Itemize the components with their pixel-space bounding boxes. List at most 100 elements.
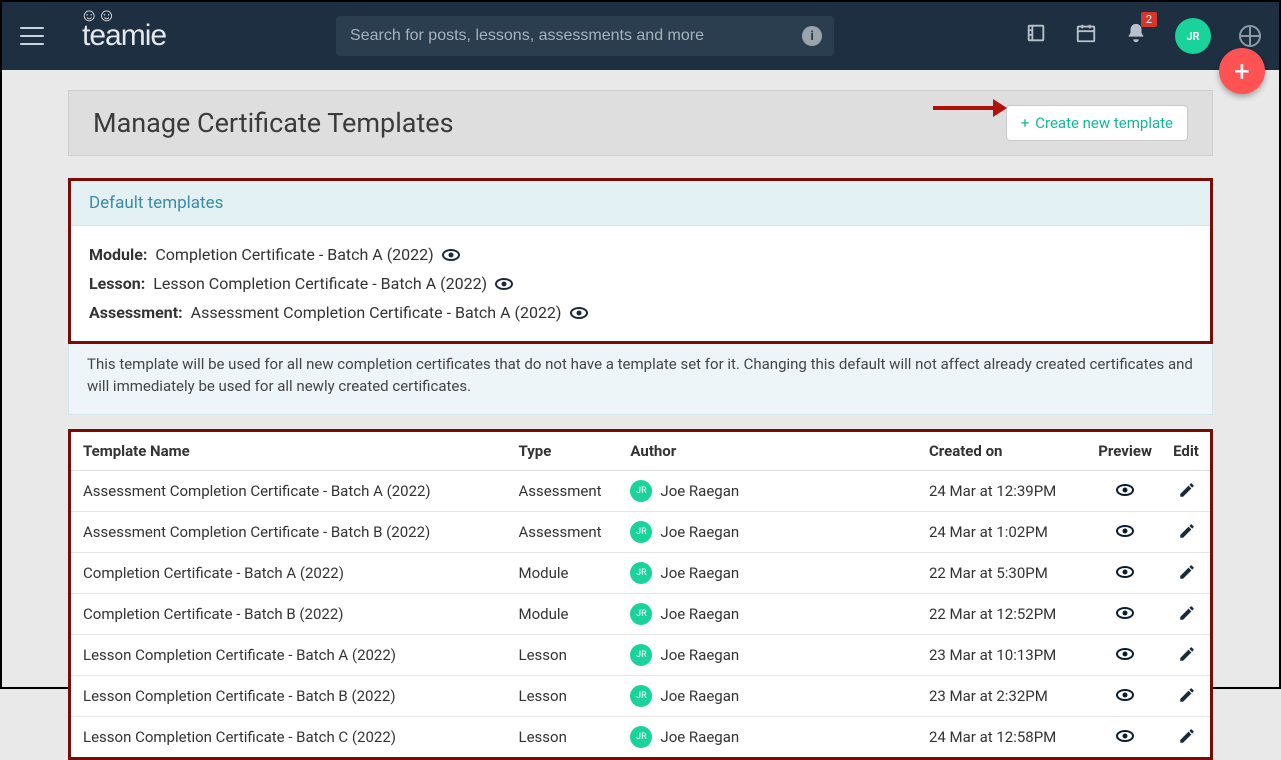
cell-name[interactable]: Lesson Completion Certificate - Batch C … xyxy=(71,716,509,757)
cell-name[interactable]: Completion Certificate - Batch B (2022) xyxy=(71,593,509,634)
cell-author: JRJoe Raegan xyxy=(620,511,919,552)
nav-icon-group: 2 JR xyxy=(1025,18,1261,54)
default-lesson-row: Lesson: Lesson Completion Certificate - … xyxy=(89,269,1192,298)
cell-author: JRJoe Raegan xyxy=(620,552,919,593)
cell-edit[interactable] xyxy=(1162,675,1210,716)
eye-icon[interactable] xyxy=(1116,730,1134,742)
cell-edit[interactable] xyxy=(1162,470,1210,511)
cell-type: Lesson xyxy=(509,634,621,675)
cell-created: 22 Mar at 5:30PM xyxy=(919,552,1088,593)
cell-preview[interactable] xyxy=(1088,470,1162,511)
cell-preview[interactable] xyxy=(1088,716,1162,757)
eye-icon[interactable] xyxy=(1116,484,1134,496)
default-templates-description: This template will be used for all new c… xyxy=(68,344,1213,415)
author-avatar: JR xyxy=(630,521,652,543)
col-preview: Preview xyxy=(1088,432,1162,471)
menu-toggle-icon[interactable] xyxy=(20,27,44,45)
page-title: Manage Certificate Templates xyxy=(93,107,454,139)
cell-edit[interactable] xyxy=(1162,716,1210,757)
eye-icon[interactable] xyxy=(495,278,513,290)
table-row: Lesson Completion Certificate - Batch B … xyxy=(71,675,1210,716)
author-avatar: JR xyxy=(630,603,652,625)
author-avatar: JR xyxy=(630,644,652,666)
eye-icon[interactable] xyxy=(442,249,460,261)
eye-icon[interactable] xyxy=(1116,689,1134,701)
cell-name[interactable]: Lesson Completion Certificate - Batch B … xyxy=(71,675,509,716)
cell-preview[interactable] xyxy=(1088,511,1162,552)
brand-logo[interactable]: ☺☺teamie xyxy=(82,19,166,53)
plus-icon: + xyxy=(1021,114,1030,132)
cell-edit[interactable] xyxy=(1162,634,1210,675)
info-icon[interactable]: i xyxy=(802,26,822,46)
cell-preview[interactable] xyxy=(1088,593,1162,634)
pencil-icon[interactable] xyxy=(1178,563,1194,579)
table-row: Lesson Completion Certificate - Batch A … xyxy=(71,634,1210,675)
eye-icon[interactable] xyxy=(1116,607,1134,619)
pencil-icon[interactable] xyxy=(1178,522,1194,538)
pencil-icon[interactable] xyxy=(1178,481,1194,497)
help-globe-icon[interactable] xyxy=(1239,25,1261,47)
templates-table-wrap: Template Name Type Author Created on Pre… xyxy=(68,429,1213,760)
library-icon[interactable] xyxy=(1025,22,1047,50)
author-avatar: JR xyxy=(630,685,652,707)
default-module-row: Module: Completion Certificate - Batch A… xyxy=(89,240,1192,269)
cell-preview[interactable] xyxy=(1088,552,1162,593)
eye-icon[interactable] xyxy=(1116,566,1134,578)
cell-created: 23 Mar at 2:32PM xyxy=(919,675,1088,716)
cell-created: 24 Mar at 12:39PM xyxy=(919,470,1088,511)
cell-preview[interactable] xyxy=(1088,634,1162,675)
author-avatar: JR xyxy=(630,726,652,748)
cell-author: JRJoe Raegan xyxy=(620,716,919,757)
pencil-icon[interactable] xyxy=(1178,727,1194,743)
author-avatar: JR xyxy=(630,562,652,584)
table-row: Completion Certificate - Batch B (2022)M… xyxy=(71,593,1210,634)
cell-preview[interactable] xyxy=(1088,675,1162,716)
search-input[interactable] xyxy=(348,26,802,46)
cell-edit[interactable] xyxy=(1162,511,1210,552)
cell-author: JRJoe Raegan xyxy=(620,634,919,675)
avatar[interactable]: JR xyxy=(1175,18,1211,54)
create-template-label: Create new template xyxy=(1035,114,1173,132)
cell-type: Lesson xyxy=(509,716,621,757)
col-author[interactable]: Author xyxy=(620,432,919,471)
templates-table: Template Name Type Author Created on Pre… xyxy=(71,432,1210,757)
default-templates-panel: Default templates Module: Completion Cer… xyxy=(68,178,1213,344)
pencil-icon[interactable] xyxy=(1178,604,1194,620)
cell-author: JRJoe Raegan xyxy=(620,470,919,511)
cell-name[interactable]: Lesson Completion Certificate - Batch A … xyxy=(71,634,509,675)
cell-name[interactable]: Assessment Completion Certificate - Batc… xyxy=(71,470,509,511)
cell-name[interactable]: Assessment Completion Certificate - Batc… xyxy=(71,511,509,552)
top-nav: ☺☺teamie i 2 JR xyxy=(2,2,1279,70)
col-type[interactable]: Type xyxy=(509,432,621,471)
cell-type: Assessment xyxy=(509,511,621,552)
col-template-name[interactable]: Template Name xyxy=(71,432,509,471)
cell-edit[interactable] xyxy=(1162,593,1210,634)
eye-icon[interactable] xyxy=(570,307,588,319)
global-search[interactable]: i xyxy=(336,16,834,56)
cell-author: JRJoe Raegan xyxy=(620,675,919,716)
cell-author: JRJoe Raegan xyxy=(620,593,919,634)
eye-icon[interactable] xyxy=(1116,648,1134,660)
cell-type: Module xyxy=(509,593,621,634)
cell-created: 23 Mar at 10:13PM xyxy=(919,634,1088,675)
create-template-button[interactable]: + Create new template xyxy=(1006,105,1188,141)
table-row: Lesson Completion Certificate - Batch C … xyxy=(71,716,1210,757)
page-header: Manage Certificate Templates + Create ne… xyxy=(68,90,1213,156)
pencil-icon[interactable] xyxy=(1178,686,1194,702)
floating-add-button[interactable]: + xyxy=(1219,48,1265,94)
annotation-arrow xyxy=(933,106,993,110)
cell-type: Module xyxy=(509,552,621,593)
table-row: Assessment Completion Certificate - Batc… xyxy=(71,511,1210,552)
cell-edit[interactable] xyxy=(1162,552,1210,593)
default-assessment-row: Assessment: Assessment Completion Certif… xyxy=(89,298,1192,327)
cell-created: 24 Mar at 1:02PM xyxy=(919,511,1088,552)
col-created[interactable]: Created on xyxy=(919,432,1088,471)
notifications-icon[interactable]: 2 xyxy=(1125,22,1147,50)
cell-created: 24 Mar at 12:58PM xyxy=(919,716,1088,757)
calendar-icon[interactable] xyxy=(1075,22,1097,50)
cell-type: Assessment xyxy=(509,470,621,511)
eye-icon[interactable] xyxy=(1116,525,1134,537)
pencil-icon[interactable] xyxy=(1178,645,1194,661)
cell-name[interactable]: Completion Certificate - Batch A (2022) xyxy=(71,552,509,593)
cell-created: 22 Mar at 12:52PM xyxy=(919,593,1088,634)
